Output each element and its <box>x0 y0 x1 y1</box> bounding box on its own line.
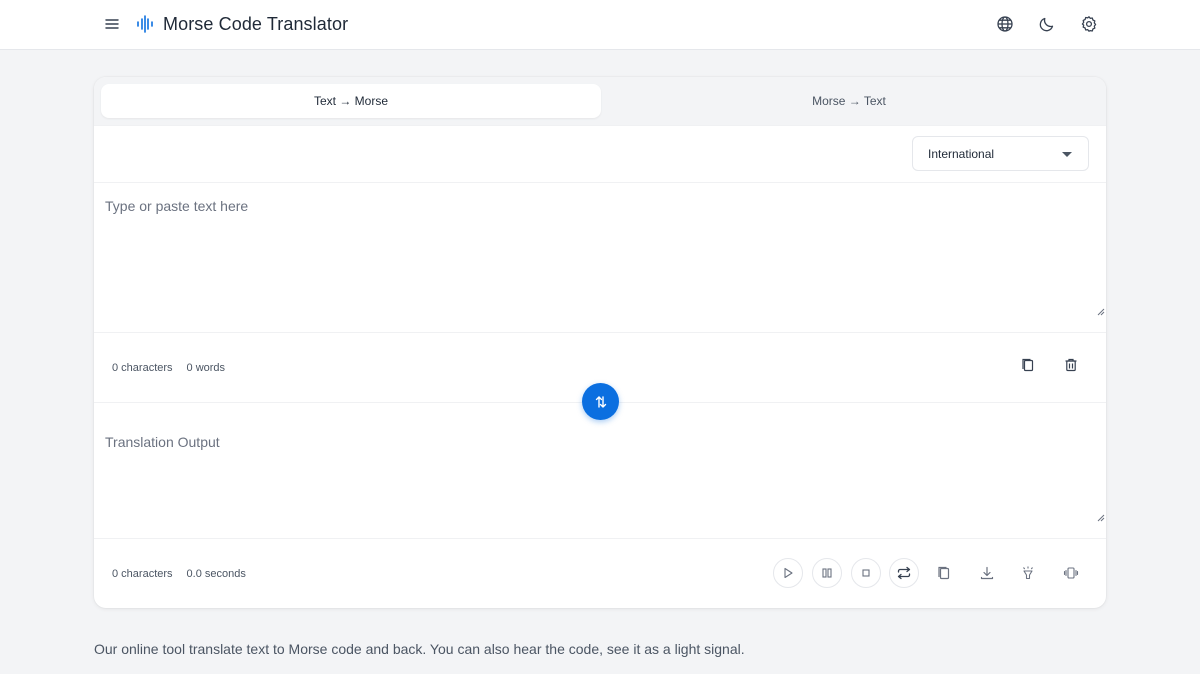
input-textarea[interactable] <box>94 183 1106 331</box>
moon-icon[interactable] <box>1036 13 1058 35</box>
flashlight-icon <box>1023 566 1033 580</box>
pause-button[interactable] <box>812 558 842 588</box>
app-title: Morse Code Translator <box>163 14 349 34</box>
tab-text-to-morse[interactable]: Text → Morse <box>101 84 601 118</box>
vibrate-button[interactable] <box>1056 558 1086 588</box>
audio-wave-icon <box>136 14 154 34</box>
repeat-icon <box>897 566 911 580</box>
globe-icon[interactable] <box>994 13 1016 35</box>
play-button[interactable] <box>773 558 803 588</box>
caret-down-icon <box>1062 152 1072 157</box>
output-textarea[interactable] <box>94 419 1106 537</box>
input-character-count: 0 characters <box>112 362 173 374</box>
gear-icon[interactable] <box>1078 13 1100 35</box>
footer-description: Our online tool translate text to Morse … <box>94 641 745 657</box>
play-icon <box>784 567 793 579</box>
stop-icon <box>862 569 870 577</box>
alphabet-select[interactable]: International <box>912 136 1089 171</box>
stop-button[interactable] <box>851 558 881 588</box>
resize-grip-icon[interactable] <box>1097 514 1105 522</box>
tab-morse-to-text[interactable]: Morse → Text <box>599 84 1099 118</box>
top-bar: Morse Code Translator <box>0 0 1200 50</box>
translator-card: Text → Morse Morse → Text International … <box>94 77 1106 608</box>
copy-icon <box>938 566 950 580</box>
output-stats: 0 characters 0.0 seconds <box>112 568 246 580</box>
divider <box>94 332 1106 333</box>
swap-direction-button[interactable] <box>582 383 619 420</box>
download-icon <box>980 566 994 580</box>
swap-arrows-icon <box>595 395 606 408</box>
alphabet-select-value: International <box>928 146 995 161</box>
repeat-button[interactable] <box>889 558 919 588</box>
trash-icon <box>1065 358 1077 372</box>
input-stats: 0 characters 0 words <box>112 362 225 374</box>
vibrate-icon <box>1063 567 1079 579</box>
output-duration: 0.0 seconds <box>186 568 246 580</box>
divider <box>94 538 1106 539</box>
light-signal-button[interactable] <box>1013 558 1043 588</box>
copy-output-button[interactable] <box>929 558 959 588</box>
clear-input-button[interactable] <box>1056 350 1086 380</box>
download-button[interactable] <box>972 558 1002 588</box>
divider <box>94 125 1106 126</box>
mode-tabs: Text → Morse Morse → Text <box>94 77 1106 125</box>
output-character-count: 0 characters <box>112 568 173 580</box>
input-word-count: 0 words <box>186 362 226 374</box>
menu-icon[interactable] <box>104 16 120 32</box>
resize-grip-icon[interactable] <box>1097 308 1105 316</box>
copy-icon <box>1022 358 1034 372</box>
copy-input-button[interactable] <box>1013 350 1043 380</box>
pause-icon <box>822 568 832 578</box>
